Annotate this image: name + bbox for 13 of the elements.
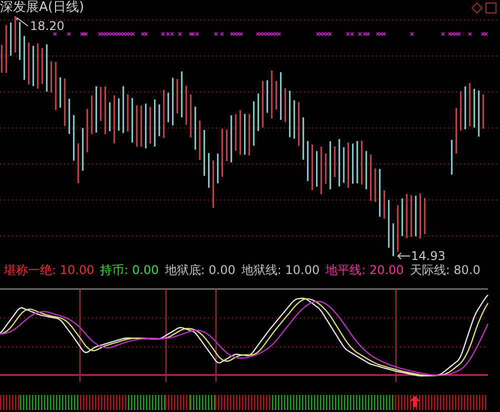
leader-line — [16, 17, 28, 26]
arrow-icon — [397, 252, 410, 260]
up-arrow-icon — [410, 396, 420, 407]
low-price-label: 14.93 — [411, 249, 446, 263]
chart-title: 深发展A(日线) — [0, 0, 84, 16]
indicator-value: 地平线: 20.00 — [326, 262, 404, 278]
indicator-value: 天际线: 80.0 — [410, 262, 480, 278]
indicator-value: 持币: 0.00 — [100, 262, 159, 278]
indicator-value: 地狱底: 0.00 — [164, 262, 236, 278]
high-price-label: 18.20 — [30, 19, 64, 33]
indicator-value: 地狱线: 10.00 — [241, 262, 320, 278]
indicator-value: 堪称一绝: 10.00 — [4, 262, 94, 278]
window-controls-icon — [471, 2, 497, 14]
